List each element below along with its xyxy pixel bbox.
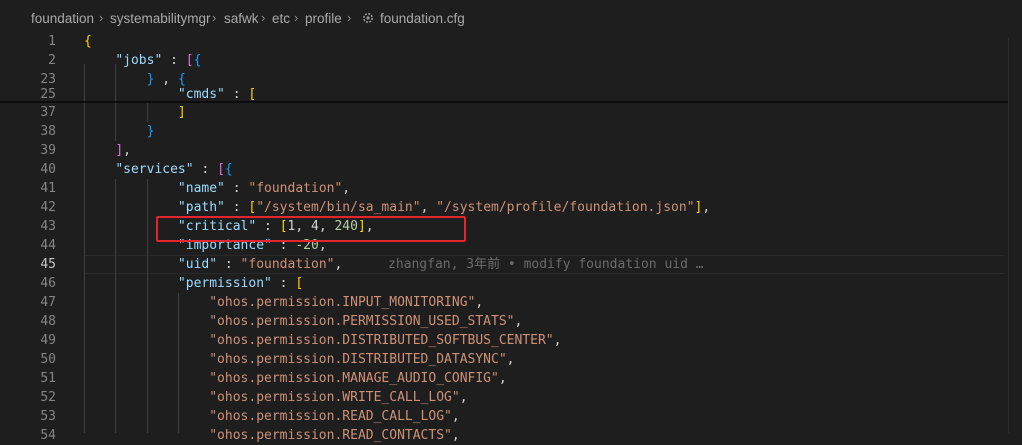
line-number: 44 — [40, 238, 56, 253]
line-number: 48 — [40, 314, 56, 329]
code-line[interactable]: "ohos.permission.WRITE_CALL_LOG", — [84, 388, 467, 407]
code-line[interactable]: ], — [84, 141, 131, 160]
line-number-active: 45 — [40, 257, 56, 272]
line-number: 50 — [40, 352, 56, 367]
line-number: 51 — [40, 371, 56, 386]
line-number: 46 — [40, 276, 56, 291]
code-line[interactable]: } — [84, 122, 155, 141]
line-number: 53 — [40, 409, 56, 424]
line-number: 47 — [40, 295, 56, 310]
line-number: 54 — [40, 428, 56, 443]
code-line[interactable]: ] — [84, 103, 186, 122]
code-line[interactable]: "ohos.permission.INPUT_MONITORING", — [84, 293, 483, 312]
code-line[interactable]: "ohos.permission.MANAGE_AUDIO_CONFIG", — [84, 369, 506, 388]
line-number: 42 — [40, 200, 56, 215]
code-line[interactable]: "services" : [{ — [84, 160, 232, 179]
code-editor[interactable]: 1 2 23 25 37 38 39 40 41 42 43 44 45 46 … — [0, 0, 1022, 443]
line-number: 43 — [40, 219, 56, 234]
line-number: 38 — [40, 124, 56, 139]
code-line[interactable]: "ohos.permission.DISTRIBUTED_DATASYNC", — [84, 350, 514, 369]
code-line[interactable]: "ohos.permission.READ_CALL_LOG", — [84, 407, 459, 426]
code-line[interactable]: "ohos.permission.READ_CONTACTS", — [84, 426, 459, 445]
code-line[interactable]: "jobs" : [{ — [84, 51, 201, 70]
line-number: 52 — [40, 390, 56, 405]
line-number: 49 — [40, 333, 56, 348]
sticky-scroll-divider — [0, 101, 1022, 103]
code-line-active[interactable]: "uid" : "foundation", — [84, 255, 342, 274]
line-number: 2 — [48, 53, 56, 68]
code-line[interactable]: "path" : ["/system/bin/sa_main", "/syste… — [84, 198, 710, 217]
git-blame-annotation: zhangfan, 3年前 • modify foundation uid … — [388, 257, 704, 272]
code-line[interactable]: "ohos.permission.PERMISSION_USED_STATS", — [84, 312, 522, 331]
code-line[interactable]: "ohos.permission.DISTRIBUTED_SOFTBUS_CEN… — [84, 331, 561, 350]
line-number: 41 — [40, 181, 56, 196]
line-number: 37 — [40, 105, 56, 120]
code-line[interactable]: "name" : "foundation", — [84, 179, 350, 198]
line-number: 1 — [48, 34, 56, 49]
line-number: 40 — [40, 162, 56, 177]
vertical-scrollbar[interactable] — [1008, 38, 1022, 433]
code-line[interactable]: { — [84, 32, 92, 51]
code-line[interactable]: "permission" : [ — [84, 274, 303, 293]
line-number: 39 — [40, 143, 56, 158]
red-highlight-box — [156, 216, 466, 242]
